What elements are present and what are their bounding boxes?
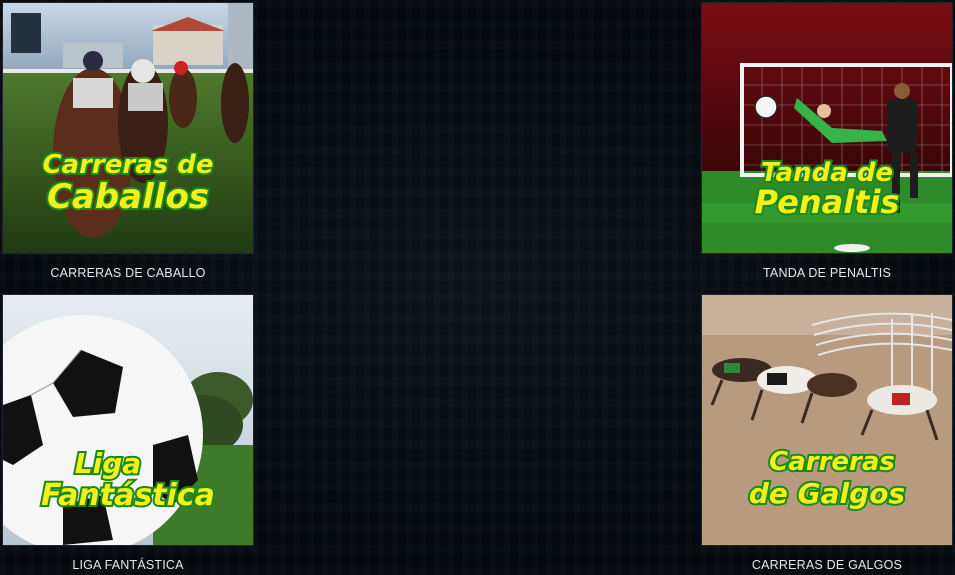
game-thumbnail-penalties[interactable]: Tanda de Penaltis (701, 2, 953, 254)
penalties-title: Tanda de Penaltis (753, 156, 902, 223)
svg-text:Liga: Liga (75, 447, 141, 480)
svg-text:Penaltis: Penaltis (755, 183, 900, 221)
game-card-horse-racing[interactable]: Carreras de Caballos CARRERAS DE CABALLO (2, 2, 254, 280)
svg-text:Carreras: Carreras (769, 447, 895, 477)
game-thumbnail-greyhound-racing[interactable]: Carreras de Galgos (701, 294, 953, 546)
game-card-penalties[interactable]: Tanda de Penaltis TANDA DE PENALTIS (701, 2, 953, 280)
svg-text:Carreras de: Carreras de (42, 150, 213, 180)
greyhound-racing-title: Carreras de Galgos (747, 445, 907, 512)
game-card-fantasy-league[interactable]: Liga Fantástica LIGA FANTÁSTICA (2, 294, 254, 572)
fantasy-league-title: Liga Fantástica (39, 445, 217, 515)
game-caption-greyhound-racing[interactable]: CARRERAS DE GALGOS (701, 558, 953, 572)
game-caption-fantasy-league[interactable]: LIGA FANTÁSTICA (2, 558, 254, 572)
svg-text:Fantástica: Fantástica (41, 478, 215, 513)
horse-racing-title: Carreras de Caballos (40, 148, 215, 219)
svg-text:Caballos: Caballos (47, 177, 209, 217)
svg-text:de Galgos: de Galgos (749, 477, 905, 510)
game-caption-penalties[interactable]: TANDA DE PENALTIS (701, 266, 953, 280)
game-thumbnail-horse-racing[interactable]: Carreras de Caballos (2, 2, 254, 254)
game-thumbnail-fantasy-league[interactable]: Liga Fantástica (2, 294, 254, 546)
game-card-greyhound-racing[interactable]: Carreras de Galgos CARRERAS DE GALGOS (701, 294, 953, 572)
game-caption-horse-racing[interactable]: CARRERAS DE CABALLO (2, 266, 254, 280)
